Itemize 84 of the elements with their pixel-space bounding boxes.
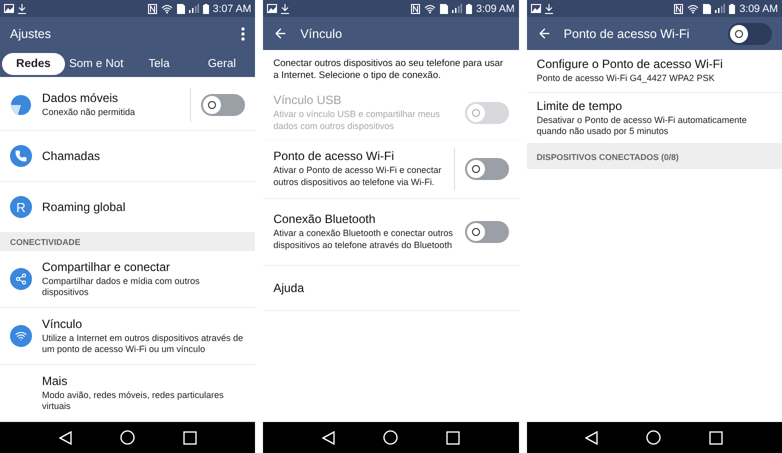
toggle-switch[interactable] [464,220,509,243]
settings-row[interactable]: Conexão Bluetooth Ativar a conexão Bluetooth e conectar outros dispositivos ao telefone através do Bluetooth [263,198,519,266]
settings-row[interactable]: Vínculo Utilize a Internet em outros dispositivos através de um ponto de acesso Wi-Fi ou um vínculo [0,308,256,365]
tab[interactable]: Geral [190,52,254,74]
sim-icon [176,4,185,14]
row-subtitle: Ativar a conexão Bluetooth e conectar outros dispositivos ao telefone através do Bluetooth [273,228,454,251]
row-subtitle: Desativar o Ponto de acesso Wi-Fi automaticamente quando não usado por 5 minutos [536,114,748,138]
back-icon[interactable] [58,430,72,444]
home-icon[interactable] [382,430,398,445]
back-icon[interactable] [273,26,288,41]
row-title: Chamadas [42,149,102,163]
row-subtitle: Ativar o vínculo USB e compartilhar meus dados com outros dispositivos [273,109,441,132]
tab[interactable]: Tela [128,52,190,74]
row-title: Vínculo USB [273,93,342,108]
screen-title: Ponto de acesso Wi-Fi [564,26,690,40]
image-icon [267,4,278,13]
row-subtitle: Modo avião, redes móveis, redes particulares virtuais [42,390,225,412]
recents-icon[interactable] [709,430,724,444]
status-time: 3:07 AM [212,2,252,14]
back-icon[interactable] [585,430,598,444]
status-time: 3:09 AM [739,2,778,14]
download-icon [544,4,553,14]
battery-icon [729,4,736,14]
row-subtitle: Compartilhar dados e mídia com outros dispositivos [42,276,201,298]
battery-icon [466,4,472,14]
signal-icon [188,4,199,13]
screen-title: Vínculo [300,26,344,40]
signal-icon [452,4,462,13]
row-title: Limite de tempo [536,98,624,113]
sim-icon [703,4,712,14]
wifi-icon [687,4,700,14]
wifi-icon [160,4,173,14]
recents-icon[interactable] [182,430,197,444]
nfc-icon [148,4,157,14]
row-title: Roaming global [42,200,126,214]
battery-icon [202,4,209,14]
row-title: Conexão Bluetooth [273,212,376,226]
home-icon[interactable] [646,430,662,445]
image-icon [530,4,541,13]
toggle-switch[interactable] [728,22,772,44]
section-header: DISPOSITIVOS CONECTADOS (0/8) [526,144,782,169]
row-title: Ponto de acesso Wi-Fi [273,149,396,164]
tab[interactable]: Som e Not [64,52,128,74]
intro-text: Conectar outros dispositivos ao seu telefone para usar a Internet. Selecione o tipo de conexão. [272,57,504,84]
row-title: Compartilhar e conectar [42,260,172,274]
letter-icon: R [10,196,32,218]
row-title: Dados móveis [42,91,120,106]
toggle-switch[interactable] [201,94,246,116]
status-time: 3:09 AM [476,2,515,14]
recents-icon[interactable] [446,430,460,444]
back-icon[interactable] [536,26,552,41]
row-subtitle: Ponto de acesso Wi-Fi G4_4427 WPA2 PSK [536,73,716,85]
home-icon[interactable] [120,430,135,445]
settings-row[interactable]: Chamadas [0,131,256,182]
toggle-switch[interactable] [464,158,509,180]
section-header: CONECTIVIDADE [0,233,256,251]
tab[interactable]: Redes [2,52,65,74]
back-icon[interactable] [322,430,335,444]
row-subtitle: Ativar o Ponto de acesso Wi-Fi e conectar outros dispositivos ao telefone via Wi-Fi. [273,165,442,188]
row-subtitle: Utilize a Internet em outros dispositivos através de um ponto de acesso Wi-Fi ou um vínculo [42,332,244,356]
more-menu-icon[interactable] [241,26,246,40]
share-icon [10,268,32,290]
settings-row[interactable]: Compartilhar e conectar Compartilhar dados e mídia com outros dispositivos [0,251,256,308]
phone-icon [10,145,32,167]
download-icon [281,4,290,14]
row-title: Ajuda [273,280,306,295]
sim-icon [440,4,448,14]
download-icon [18,4,26,14]
settings-row[interactable]: Ponto de acesso Wi-Fi Ativar o Ponto de acesso Wi-Fi e conectar outros dispositivos ao telefone via Wi-Fi. [263,140,519,199]
settings-row[interactable]: Configure o Ponto de acesso Wi-Fi Ponto de acesso Wi-Fi G4_4427 WPA2 PSK [526,50,782,93]
pie-chart-icon [10,94,32,116]
row-title: Vínculo [42,316,84,331]
settings-row[interactable]: Ajuda [263,266,519,311]
signal-icon [715,4,726,13]
row-subtitle: Conexão não permitida [42,107,136,119]
image-icon [4,4,14,13]
nfc-icon [674,4,684,14]
wifi-icon [10,325,32,347]
nfc-icon [411,4,420,14]
screen-title: Ajustes [10,26,52,40]
row-title: Configure o Ponto de acesso Wi-Fi [536,57,724,72]
settings-row[interactable]: Dados móveis Conexão não permitida [0,80,256,131]
row-title: Mais [42,374,68,388]
wifi-icon [424,4,436,14]
